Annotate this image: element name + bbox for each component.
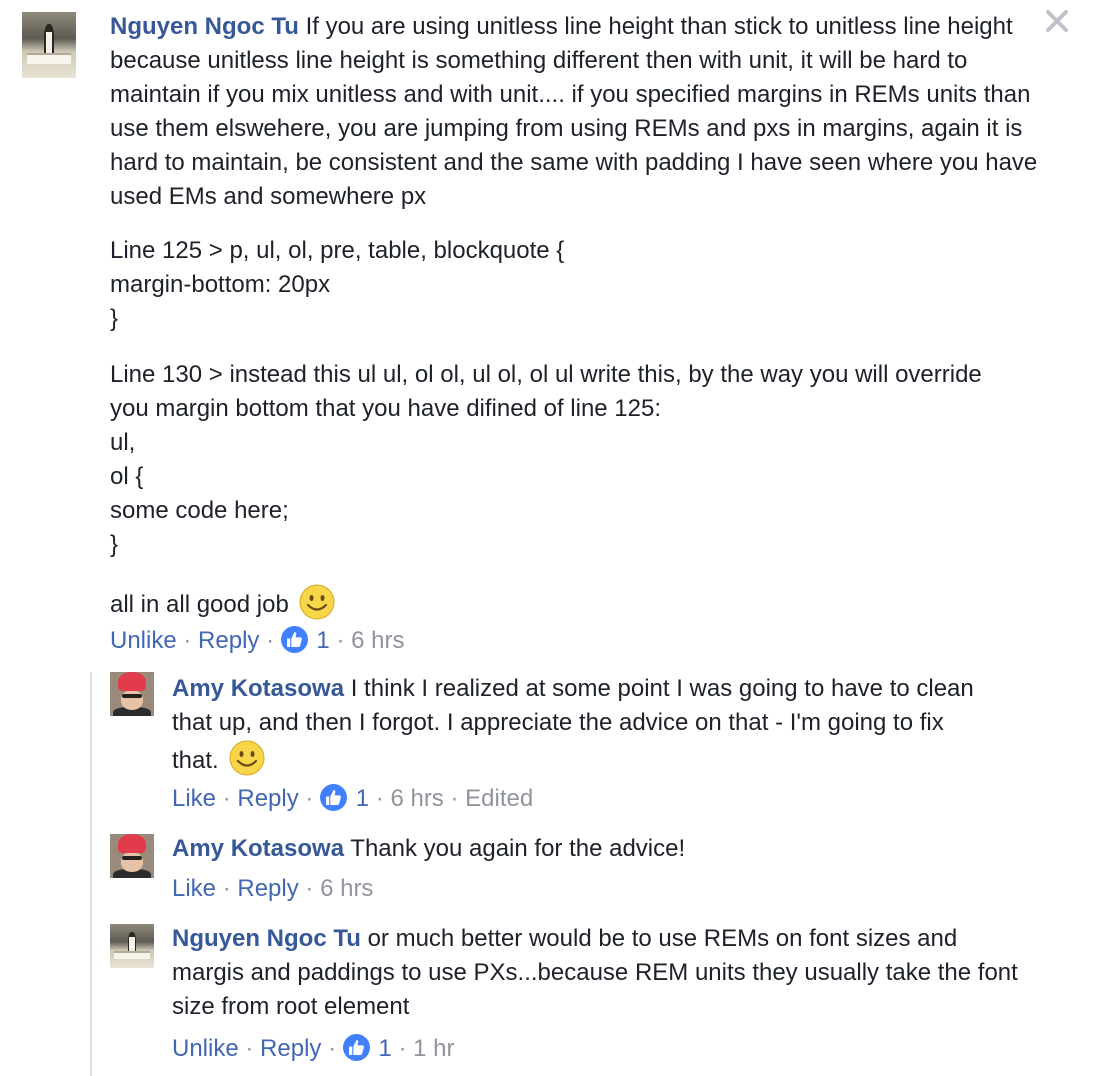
comment-actions: Unlike · Reply · 1 · 1 hr bbox=[172, 1034, 454, 1064]
comment-actions: Like · Reply · 1 · 6 hrs · Edited bbox=[172, 784, 533, 814]
thumbs-up-icon[interactable] bbox=[280, 626, 308, 653]
separator: · bbox=[375, 785, 384, 812]
like-count[interactable]: 1 bbox=[378, 1035, 391, 1062]
unlike-link[interactable]: Unlike bbox=[110, 627, 177, 654]
reply-link[interactable]: Reply bbox=[237, 875, 298, 902]
separator: · bbox=[305, 875, 314, 902]
code-line: ol { bbox=[110, 463, 144, 490]
timestamp[interactable]: 6 hrs bbox=[390, 785, 443, 812]
separator: · bbox=[398, 1035, 407, 1062]
separator: · bbox=[328, 1035, 337, 1062]
code-line: Line 130 > instead this ul ul, ol ol, ul… bbox=[110, 361, 982, 422]
timestamp[interactable]: 6 hrs bbox=[351, 627, 404, 654]
separator: · bbox=[266, 627, 275, 654]
like-link[interactable]: Like bbox=[172, 785, 216, 812]
code-line: margin-bottom: 20px bbox=[110, 271, 331, 298]
avatar[interactable] bbox=[22, 12, 76, 78]
code-line: some code here; bbox=[110, 497, 289, 524]
reply-link[interactable]: Reply bbox=[260, 1035, 321, 1062]
author-name[interactable]: Nguyen Ngoc Tu bbox=[110, 13, 299, 40]
reply-link[interactable]: Reply bbox=[237, 785, 298, 812]
separator: · bbox=[222, 785, 231, 812]
code-line: } bbox=[110, 305, 119, 332]
comment-body: Nguyen Ngoc Tu or much better would be t… bbox=[172, 922, 1032, 1024]
separator: · bbox=[222, 875, 231, 902]
thumbs-up-icon[interactable] bbox=[320, 784, 348, 811]
comment-body: Amy Kotasowa Thank you again for the adv… bbox=[172, 832, 1052, 866]
avatar[interactable] bbox=[110, 834, 154, 878]
comment-body: Amy Kotasowa I think I realized at some … bbox=[172, 672, 992, 778]
code-line: Line 125 > p, ul, ol, pre, table, blockq… bbox=[110, 237, 565, 264]
separator: · bbox=[183, 627, 192, 654]
code-block: Line 130 > instead this ul ul, ol ol, ul… bbox=[110, 358, 990, 562]
comment-text: Thank you again for the advice! bbox=[350, 835, 686, 862]
code-line: } bbox=[110, 531, 119, 558]
closing-text: all in all good job bbox=[110, 591, 289, 618]
code-line: ul, bbox=[110, 429, 136, 456]
edited-label[interactable]: Edited bbox=[465, 785, 533, 812]
like-count[interactable]: 1 bbox=[316, 627, 329, 654]
separator: · bbox=[450, 785, 459, 812]
author-name[interactable]: Amy Kotasowa bbox=[172, 835, 344, 862]
like-link[interactable]: Like bbox=[172, 875, 216, 902]
separator: · bbox=[305, 785, 314, 812]
author-name[interactable]: Nguyen Ngoc Tu bbox=[172, 925, 361, 952]
avatar[interactable] bbox=[110, 924, 154, 968]
smiley-emoji-icon bbox=[229, 740, 265, 776]
like-count[interactable]: 1 bbox=[356, 785, 369, 812]
comment-text: If you are using unitless line height th… bbox=[110, 13, 1038, 210]
closing-line: all in all good job bbox=[110, 584, 335, 622]
avatar[interactable] bbox=[110, 672, 154, 716]
timestamp[interactable]: 1 hr bbox=[413, 1035, 454, 1062]
code-block: Line 125 > p, ul, ol, pre, table, blockq… bbox=[110, 234, 1060, 336]
comment-actions: Like · Reply · 6 hrs bbox=[172, 874, 373, 904]
thumbs-up-icon[interactable] bbox=[342, 1034, 370, 1061]
author-name[interactable]: Amy Kotasowa bbox=[172, 675, 344, 702]
unlike-link[interactable]: Unlike bbox=[172, 1035, 239, 1062]
reply-link[interactable]: Reply bbox=[198, 627, 259, 654]
comment-actions: Unlike · Reply · 1 · 6 hrs bbox=[110, 626, 404, 656]
separator: · bbox=[336, 627, 345, 654]
smiley-emoji-icon bbox=[299, 584, 335, 620]
separator: · bbox=[245, 1035, 254, 1062]
timestamp[interactable]: 6 hrs bbox=[320, 875, 373, 902]
comment-body: Nguyen Ngoc Tu If you are using unitless… bbox=[110, 10, 1060, 214]
reply-thread-line bbox=[90, 672, 92, 1076]
